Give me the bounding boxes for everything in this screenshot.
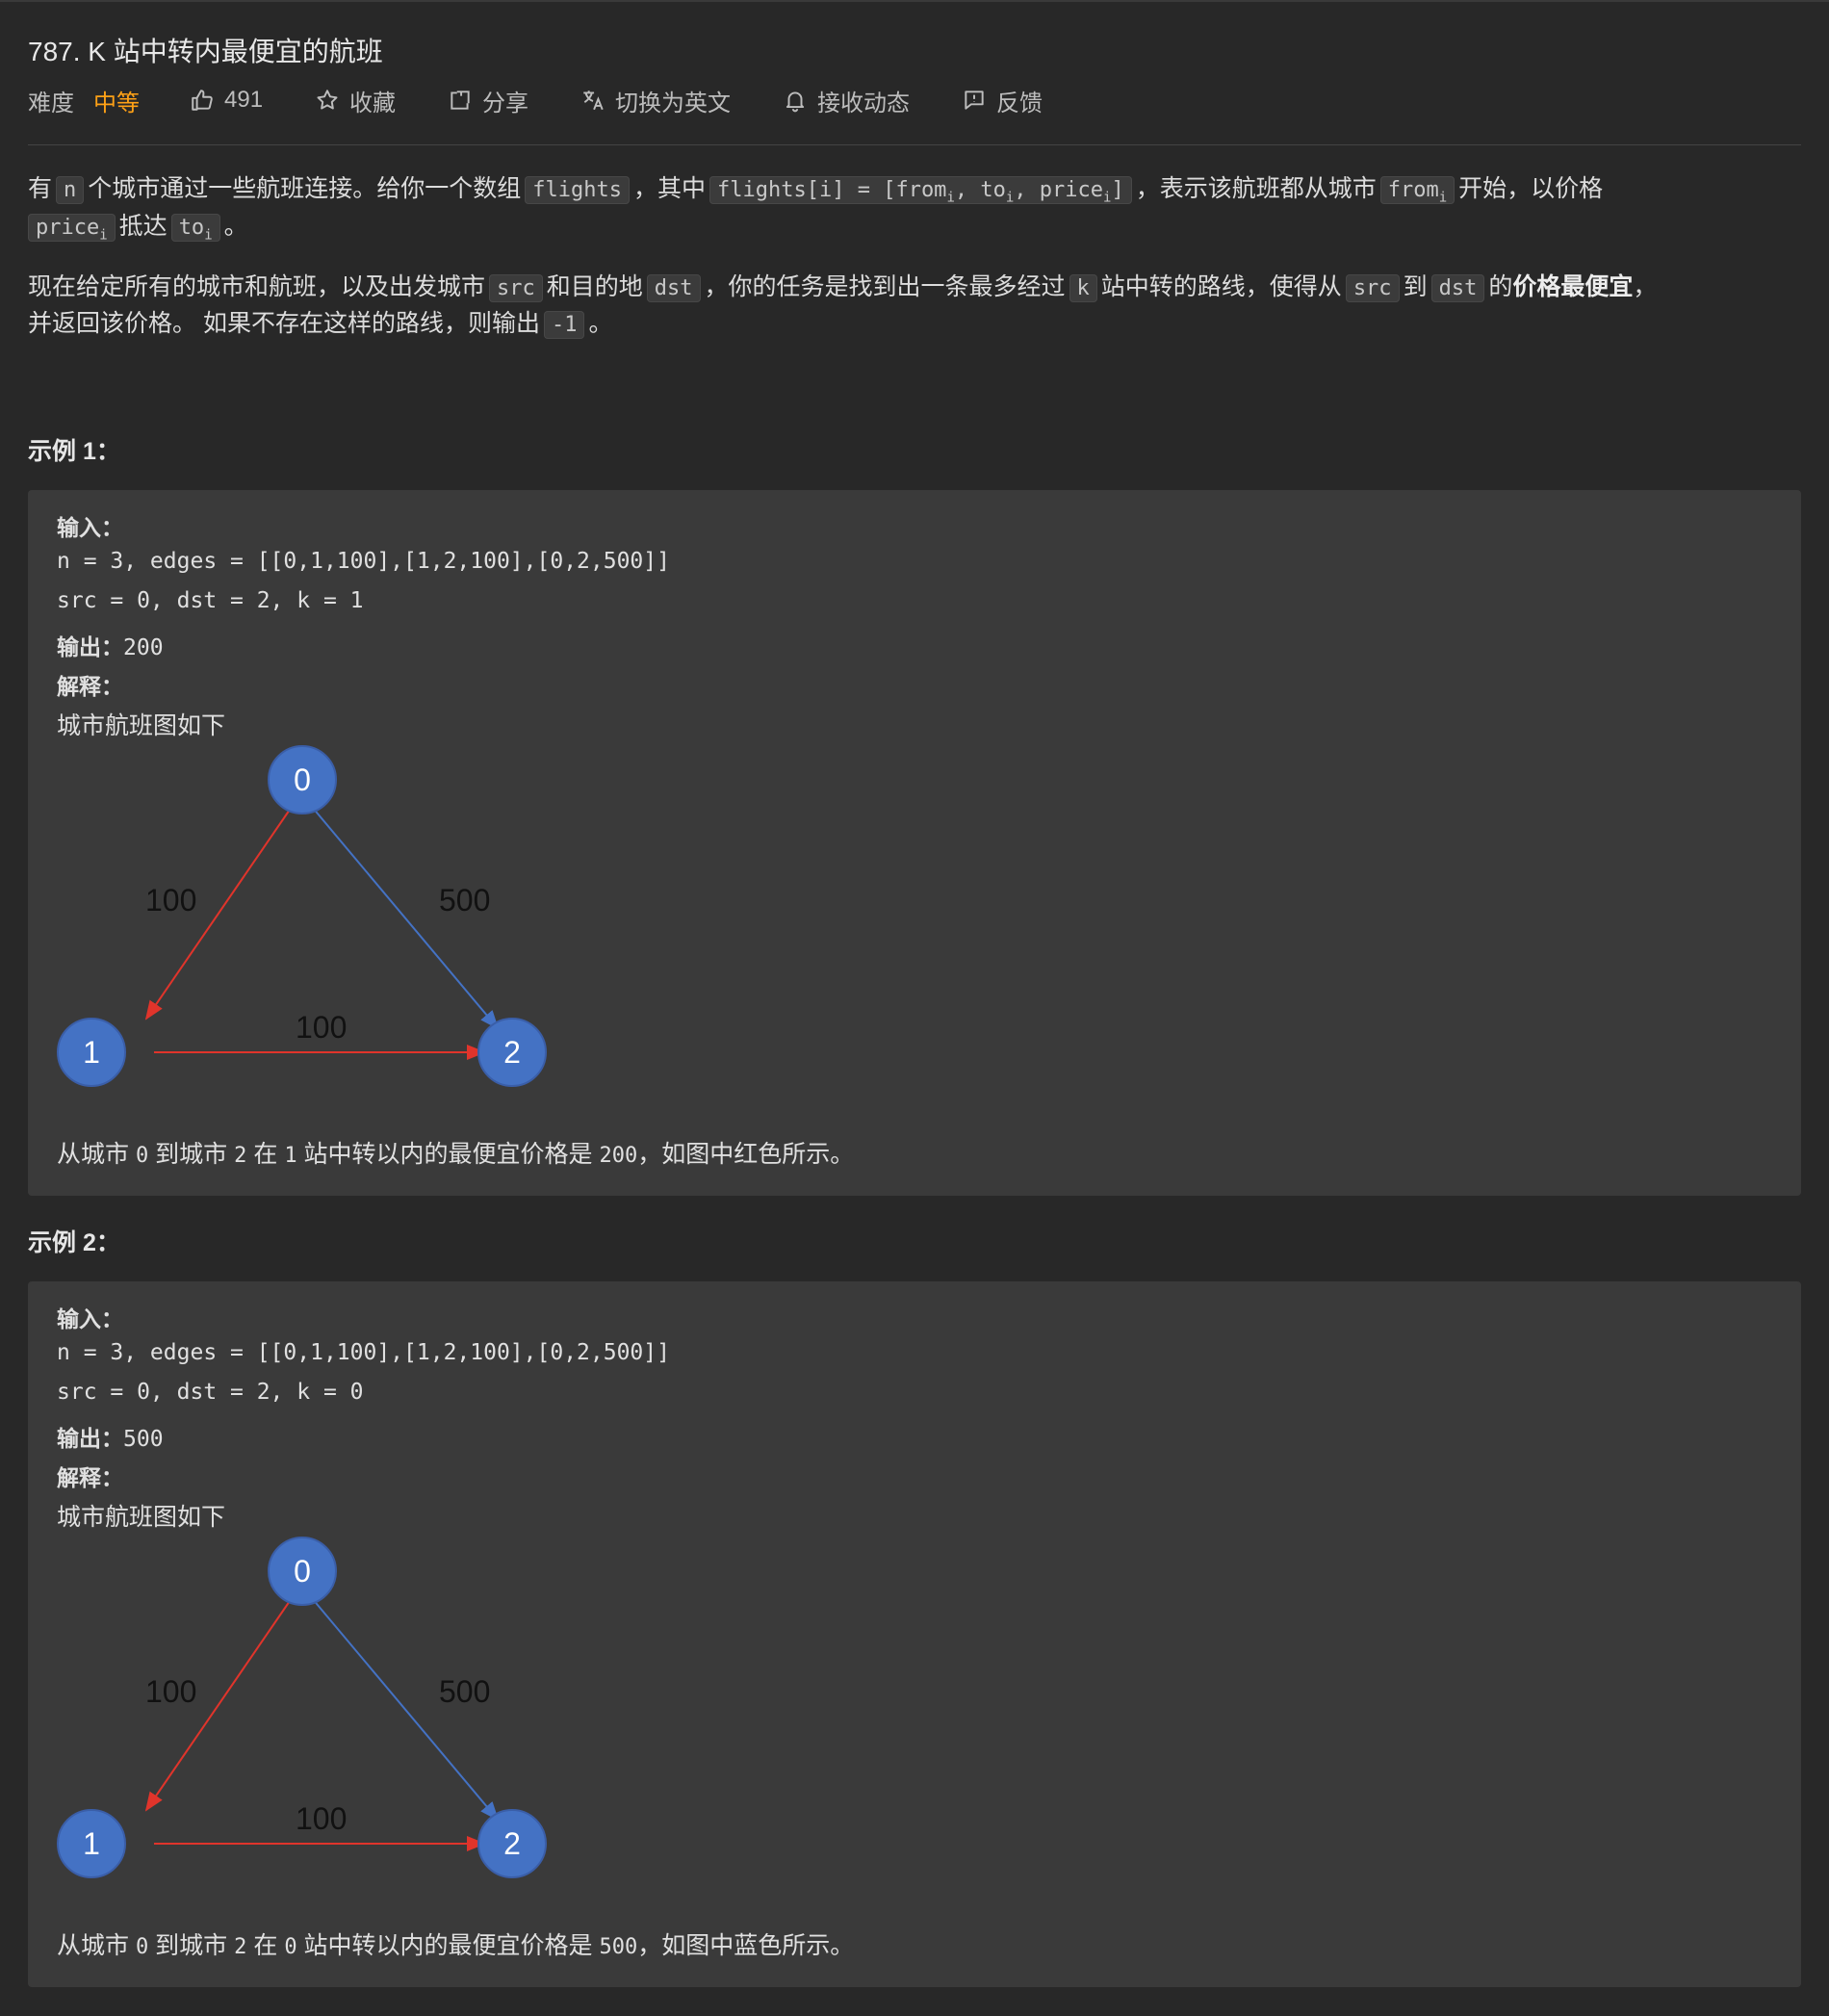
text: ，其中: [633, 175, 707, 202]
top-border: [0, 0, 1829, 2]
text: 。: [588, 310, 613, 337]
description-paragraph-2: 现在给定所有的城市和航班，以及出发城市 src 和目的地 dst ，你的任务是找到出一条…: [28, 269, 1657, 307]
text: 。: [223, 213, 248, 240]
code-src: src: [489, 274, 543, 302]
share-label: 分享: [482, 90, 529, 116]
text: ，你的任务是找到出一条最多经过: [704, 273, 1066, 300]
star-icon: [317, 90, 338, 110]
feedback-label: 反馈: [996, 90, 1043, 116]
input-label: 输入：: [57, 515, 123, 540]
bell-icon: [786, 91, 805, 113]
translate-icon: [583, 90, 604, 111]
thumbs-up-icon: [192, 90, 213, 111]
graph-caption: 城市航班图如下: [57, 712, 226, 739]
share-icon: [451, 90, 470, 110]
text: 开始，以价格: [1458, 175, 1604, 202]
input-line-2: src = 0, dst = 2, k = 1: [57, 588, 364, 613]
output-line: 输出：500: [57, 1426, 164, 1452]
example-1-title: 示例 1：: [28, 438, 120, 465]
output-line: 输出：200: [57, 634, 164, 660]
favorite-button[interactable]: 收藏: [315, 84, 396, 117]
subscribe-button[interactable]: 接收动态: [783, 84, 910, 117]
text: 的: [1488, 273, 1513, 300]
problem-meta-bar: 难度 中等 491 收藏 分享 切换为英文 接收动态 反馈: [28, 83, 1095, 117]
node-1-label: 1: [83, 1826, 100, 1861]
text: 并返回该价格。 如果不存在这样的路线，则输出: [28, 310, 540, 337]
flight-graph: 100 500 100 0 1 2: [57, 745, 547, 1087]
edge-label-0-2: 500: [439, 883, 490, 918]
switch-language-label: 切换为英文: [615, 90, 732, 116]
input-line-2: src = 0, dst = 2, k = 0: [57, 1380, 364, 1405]
text: 抵达: [118, 213, 167, 240]
like-button[interactable]: 491: [190, 87, 263, 114]
code-flights: flights: [525, 176, 630, 204]
node-2-label: 2: [503, 1826, 521, 1861]
edge-label-1-2: 100: [296, 1801, 347, 1836]
favorite-label: 收藏: [349, 90, 397, 116]
switch-language-button[interactable]: 切换为英文: [580, 84, 731, 117]
flight-graph: 100 500 100 0 1 2: [57, 1537, 547, 1878]
problem-title: 787. K 站中转内最便宜的航班: [28, 37, 383, 66]
node-0-label: 0: [294, 762, 311, 797]
text: 现在给定所有的城市和航班，以及出发城市: [28, 273, 486, 300]
edge-label-0-1: 100: [145, 883, 196, 918]
like-count: 491: [224, 87, 264, 113]
code-minus-one: -1: [543, 311, 585, 339]
example-1-result: 从城市 0 到城市 2 在 1 站中转以内的最便宜价格是 200，如图中红色所示…: [57, 1141, 855, 1168]
share-button[interactable]: 分享: [448, 84, 528, 117]
code-k: k: [1069, 274, 1097, 302]
text: 有: [28, 175, 53, 202]
divider: [28, 144, 1801, 145]
code-from: fromi: [1379, 176, 1455, 205]
text: 和目的地: [546, 273, 643, 300]
code-flights-definition: flights[i] = [fromi, toi, pricei]: [709, 176, 1132, 205]
text: ，: [1633, 273, 1658, 300]
node-0-label: 0: [294, 1554, 311, 1589]
example-2-result: 从城市 0 到城市 2 在 0 站中转以内的最便宜价格是 500，如图中蓝色所示…: [57, 1932, 855, 1959]
graph-caption: 城市航班图如下: [57, 1504, 226, 1531]
input-line-1: n = 3, edges = [[0,1,100],[1,2,100],[0,2…: [57, 549, 670, 574]
example-2-box: 输入： n = 3, edges = [[0,1,100],[1,2,100],…: [28, 1281, 1801, 1987]
node-2-label: 2: [503, 1035, 521, 1070]
feedback-button[interactable]: 反馈: [962, 84, 1043, 117]
code-src-2: src: [1345, 274, 1400, 302]
subscribe-label: 接收动态: [817, 90, 911, 116]
feedback-icon: [965, 90, 984, 110]
difficulty-label: 难度: [28, 90, 74, 116]
description-paragraph-1: 有 n 个城市通过一些航班连接。给你一个数组 flights ，其中 flights[i]…: [28, 170, 1603, 216]
edge-0-2: [311, 1597, 500, 1822]
edge-label-0-2: 500: [439, 1674, 490, 1709]
edge-0-2: [311, 806, 500, 1030]
text: 个城市通过一些航班连接。给你一个数组: [88, 175, 522, 202]
code-dst-2: dst: [1430, 274, 1485, 302]
description-paragraph-1-cont: pricei 抵达 toi。: [28, 208, 248, 253]
input-line-1: n = 3, edges = [[0,1,100],[1,2,100],[0,2…: [57, 1340, 670, 1365]
node-1-label: 1: [83, 1035, 100, 1070]
example-2-title: 示例 2：: [28, 1229, 120, 1256]
edge-label-0-1: 100: [145, 1674, 196, 1709]
text: ，表示该航班都从城市: [1135, 175, 1377, 202]
text: 站中转的路线，使得从: [1100, 273, 1342, 300]
input-label: 输入：: [57, 1306, 123, 1331]
bold-cheapest: 价格最便宜: [1512, 273, 1634, 300]
code-n: n: [56, 176, 85, 204]
explain-label: 解释：: [57, 674, 123, 699]
code-price: pricei: [28, 214, 116, 243]
text: 到: [1403, 273, 1428, 300]
explain-label: 解释：: [57, 1465, 123, 1490]
difficulty-badge: 中等: [93, 90, 140, 116]
code-to: toi: [170, 214, 220, 243]
code-dst: dst: [646, 274, 701, 302]
description-paragraph-2-cont: 并返回该价格。 如果不存在这样的路线，则输出 -1。: [28, 305, 612, 344]
example-1-box: 输入： n = 3, edges = [[0,1,100],[1,2,100],…: [28, 490, 1801, 1196]
edge-label-1-2: 100: [296, 1010, 347, 1045]
